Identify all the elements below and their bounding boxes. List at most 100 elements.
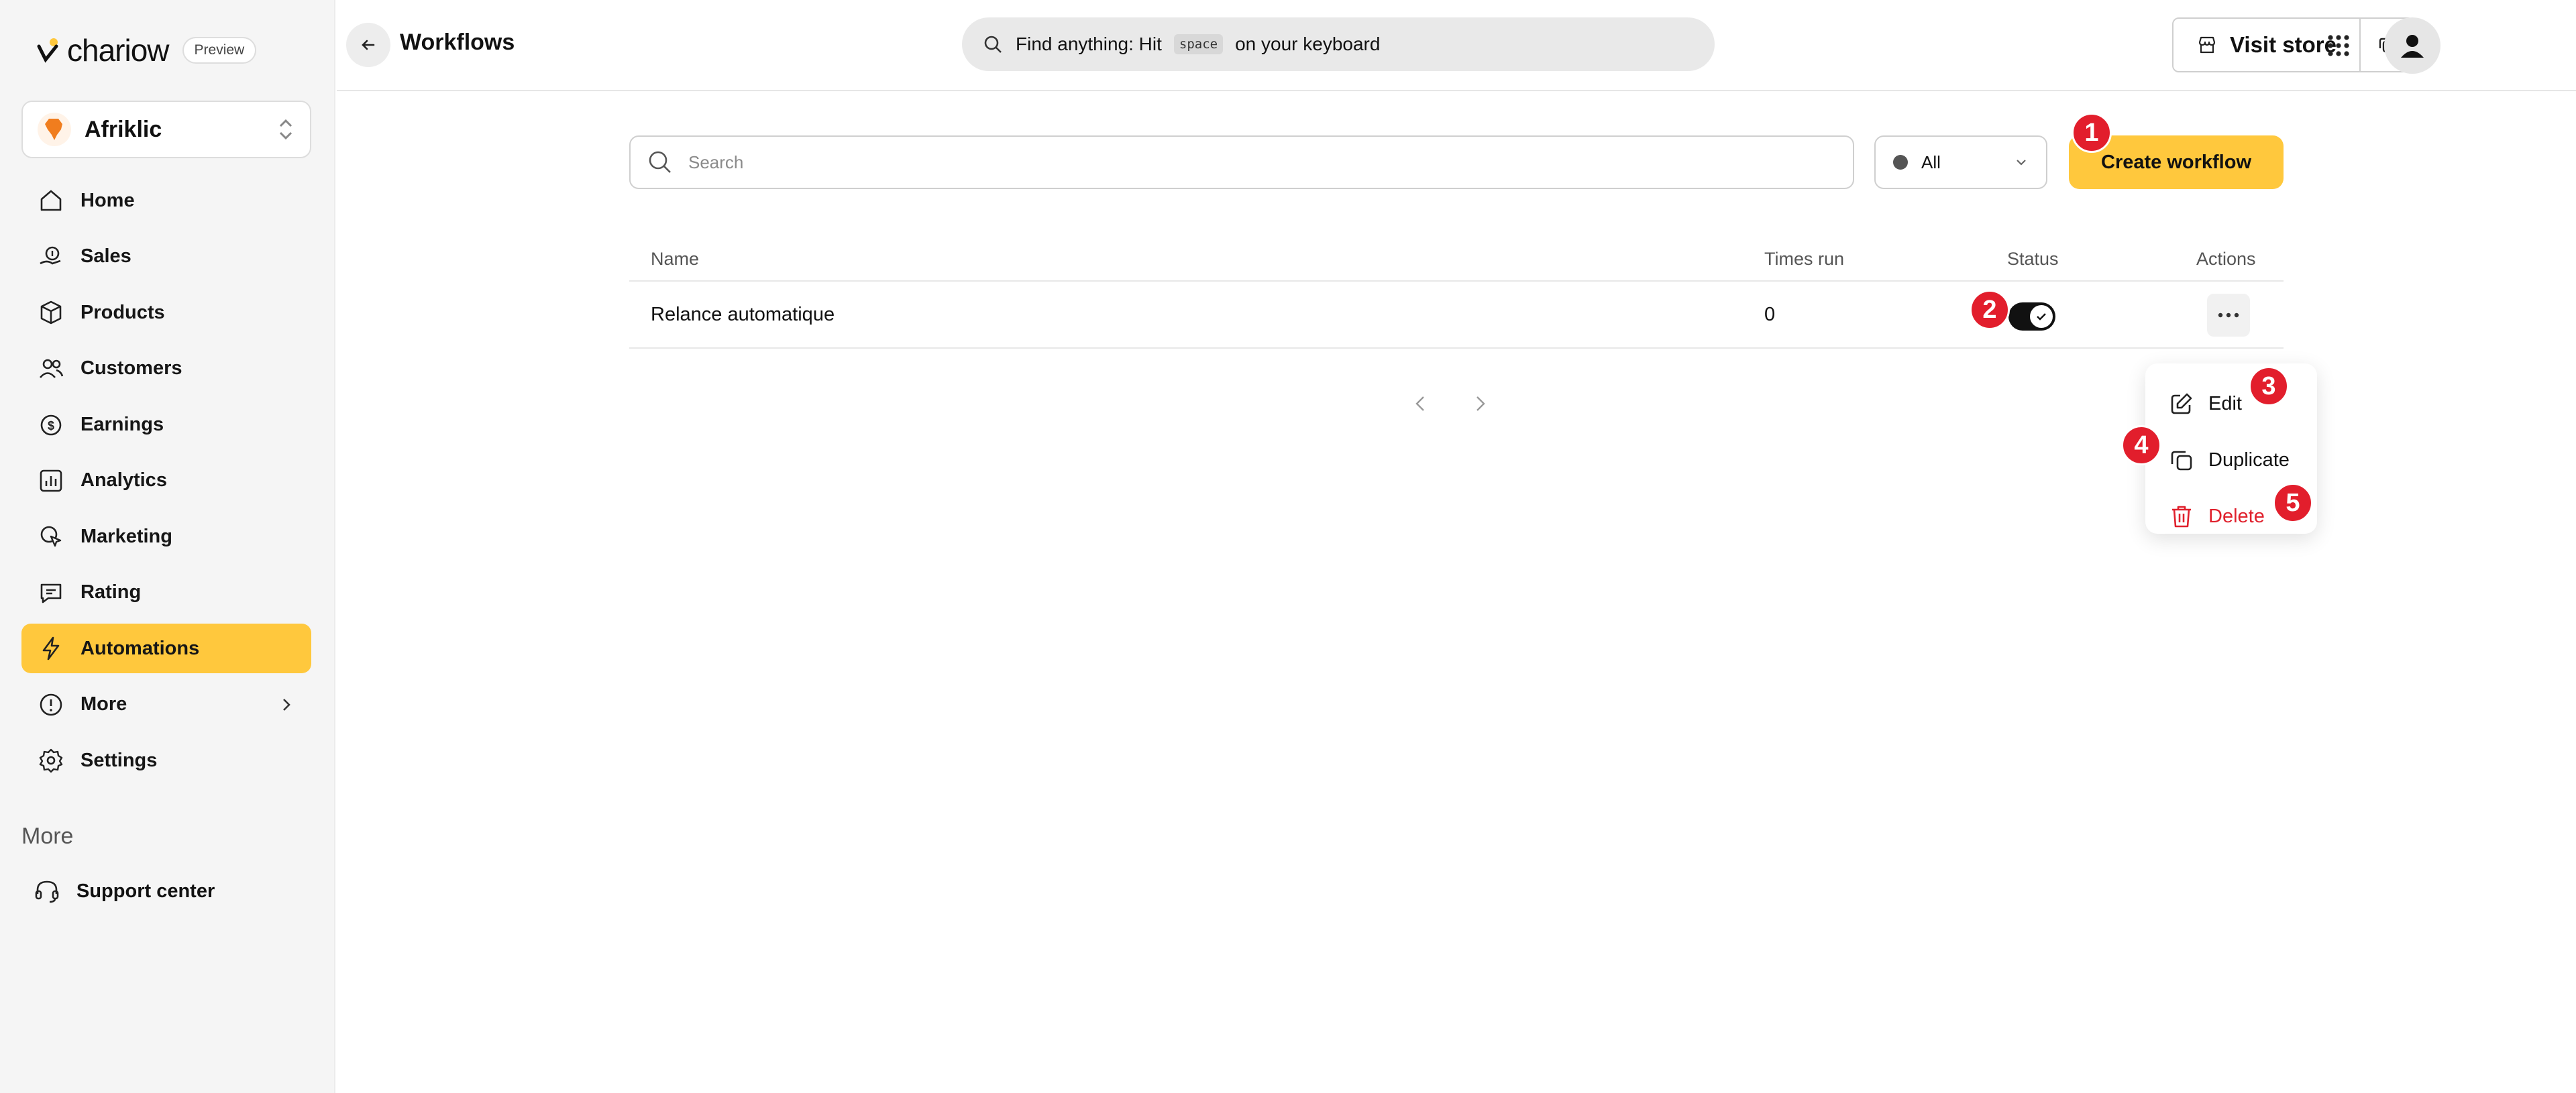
duplicate-icon (2171, 451, 2192, 471)
global-search[interactable]: Find anything: Hit space on your keyboar… (962, 17, 1715, 71)
sidebar-item-label: Earnings (80, 413, 164, 435)
annotation-badge-4: 4 (2121, 425, 2161, 465)
headset-icon (35, 880, 59, 903)
sidebar-item-label: Analytics (80, 469, 167, 491)
sidebar-item-automations[interactable]: Automations (21, 624, 311, 673)
menu-item-edit[interactable]: Edit (2145, 376, 2317, 432)
sidebar-item-products[interactable]: Products (21, 288, 311, 337)
sidebar-item-label: Sales (80, 245, 131, 267)
analytics-icon (40, 469, 62, 492)
chevron-updown-icon (279, 119, 292, 140)
annotation-badge-1: 1 (2072, 113, 2112, 153)
sidebar-item-rating[interactable]: Rating (21, 568, 311, 618)
chevron-right-icon (283, 698, 290, 711)
store-avatar (38, 113, 71, 146)
global-search-prefix: Find anything: Hit (1016, 34, 1162, 54)
pagination (1409, 392, 1492, 416)
prev-page-button[interactable] (1409, 392, 1433, 416)
status-filter-select[interactable]: All (1874, 135, 2047, 189)
chevron-left-icon (1415, 396, 1424, 411)
annotation-badge-3: 3 (2249, 366, 2289, 406)
annotation-badge-2: 2 (1970, 290, 2010, 330)
preview-badge: Preview (182, 37, 257, 64)
sidebar-item-earnings[interactable]: $ Earnings (21, 400, 311, 449)
gear-icon (39, 748, 63, 773)
store-switcher[interactable]: Afriklic (21, 101, 311, 158)
check-icon (2037, 313, 2046, 321)
status-dot (1893, 155, 1908, 170)
support-center-link[interactable]: Support center (32, 866, 215, 916)
user-avatar-button[interactable] (2384, 17, 2440, 74)
workflow-search-input[interactable]: Search (629, 135, 1854, 189)
trash-icon (2172, 506, 2191, 528)
sidebar-item-home[interactable]: Home (21, 176, 311, 225)
sidebar-item-label: More (80, 693, 127, 715)
sidebar-item-label: Customers (80, 357, 182, 379)
table-row[interactable]: Relance automatique 0 (629, 282, 2284, 349)
sidebar-item-customers[interactable]: Customers (21, 344, 311, 394)
sidebar-item-label: Products (80, 301, 165, 323)
search-icon (649, 151, 671, 173)
search-placeholder: Search (688, 152, 744, 172)
workflow-status-toggle[interactable] (2008, 302, 2055, 331)
sales-icon (40, 246, 61, 264)
workflows-table: Name Times run Status Actions Relance au… (629, 237, 2284, 349)
page-title: Workflows (400, 30, 515, 55)
chariow-logo-icon (36, 37, 60, 64)
back-button[interactable] (346, 23, 390, 67)
sidebar-item-more[interactable]: More (21, 680, 311, 730)
search-icon (984, 36, 1002, 53)
space-key-hint: space (1173, 34, 1224, 54)
users-icon (40, 359, 64, 378)
column-header-name: Name (651, 248, 700, 269)
brand-logo[interactable]: chariow Preview (36, 32, 257, 68)
menu-item-label: Edit (2208, 392, 2242, 414)
sidebar-item-sales[interactable]: Sales (21, 232, 311, 282)
annotation-badge-5: 5 (2273, 483, 2313, 523)
sidebar-item-marketing[interactable]: Marketing (21, 512, 311, 561)
next-page-button[interactable] (1468, 392, 1492, 416)
sidebar-nav: Home Sales Products Customers $ Earnings… (21, 176, 311, 792)
workflow-times-run: 0 (1764, 303, 1776, 325)
chevron-down-icon (2017, 160, 2026, 166)
africa-logo-icon (45, 119, 62, 140)
apps-grid-button[interactable] (2313, 20, 2364, 71)
workflow-name: Relance automatique (651, 303, 835, 325)
sidebar-item-label: Automations (80, 637, 200, 659)
bolt-icon (42, 636, 60, 660)
sidebar-item-label: Rating (80, 581, 142, 603)
support-center-label: Support center (76, 880, 215, 902)
visit-store-group: Visit store (2172, 17, 2414, 72)
menu-item-duplicate[interactable]: Duplicate (2145, 432, 2317, 488)
chevron-right-icon (1477, 396, 1485, 411)
column-header-status: Status (2007, 248, 2059, 269)
sidebar-item-analytics[interactable]: Analytics (21, 456, 311, 506)
status-filter-value: All (1921, 152, 1941, 172)
store-icon (2198, 36, 2216, 54)
sidebar: chariow Preview Afriklic Home Sales Prod… (0, 0, 335, 1093)
marketing-icon (40, 526, 62, 547)
row-actions-button[interactable] (2207, 294, 2250, 337)
sidebar-item-label: Home (80, 189, 135, 211)
brand-name: chariow (67, 33, 170, 68)
box-icon (40, 300, 62, 325)
top-header: Workflows Find anything: Hit space on yo… (337, 0, 2576, 91)
more-section-heading: More (21, 823, 74, 849)
table-header: Name Times run Status Actions (629, 237, 2284, 282)
arrow-left-icon (362, 40, 375, 50)
info-icon (40, 693, 62, 715)
user-icon (2401, 35, 2424, 58)
rating-icon (40, 583, 62, 603)
menu-item-label: Duplicate (2208, 449, 2290, 471)
main-content: Search All Create workflow Name Times ru… (337, 93, 2576, 1093)
svg-text:$: $ (48, 419, 54, 433)
ellipsis-icon (2218, 312, 2239, 318)
grid-icon (2328, 35, 2349, 56)
sidebar-item-label: Settings (80, 749, 158, 771)
column-header-times-run: Times run (1764, 248, 1845, 269)
edit-icon (2171, 393, 2192, 414)
toggle-knob (2030, 305, 2053, 328)
earnings-icon: $ (40, 414, 62, 436)
store-name: Afriklic (85, 116, 162, 142)
sidebar-item-settings[interactable]: Settings (21, 736, 311, 785)
